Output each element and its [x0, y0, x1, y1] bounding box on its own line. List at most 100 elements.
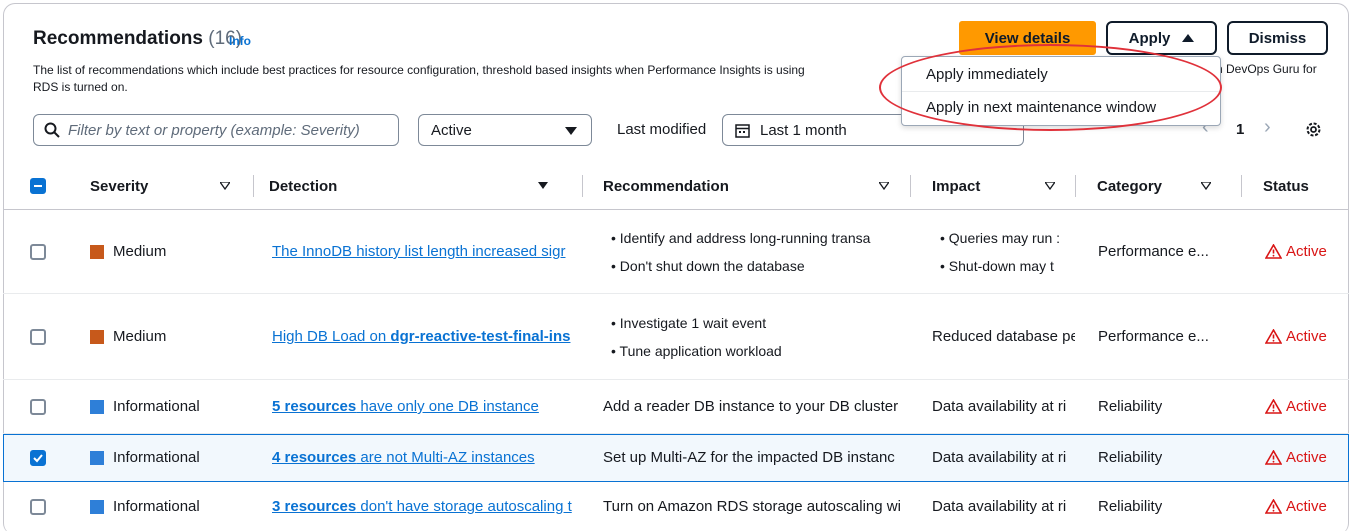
impact-value: Data availability at ri — [932, 498, 1067, 515]
status-badge: Active — [1265, 328, 1327, 345]
calendar-icon — [735, 123, 750, 138]
severity-value: Informational — [113, 398, 200, 415]
column-detection[interactable]: Detection — [269, 178, 337, 195]
detection-resource-count: 5 resources — [272, 398, 357, 415]
last-modified-label: Last modified — [617, 121, 707, 138]
impact-text: Queries may run : — [948, 230, 1061, 246]
next-page-icon[interactable]: › — [1264, 116, 1271, 139]
severity-value: Informational — [113, 498, 200, 515]
page-title: Recommendations (16) — [33, 28, 242, 50]
detection-link[interactable]: 3 resources don't have storage autoscali… — [272, 498, 584, 515]
recommendation-bullet: • Investigate 1 wait event — [611, 315, 767, 331]
status-select-value: Active — [431, 121, 472, 139]
sort-icon[interactable] — [1045, 182, 1055, 190]
view-details-button[interactable]: View details — [959, 21, 1096, 55]
row-checkbox[interactable] — [30, 499, 46, 515]
column-category[interactable]: Category — [1097, 178, 1162, 195]
impact-value: Reduced database pe — [932, 328, 1075, 345]
category-value: Performance e... — [1098, 243, 1209, 260]
severity-medium-icon — [90, 245, 104, 259]
dismiss-button[interactable]: Dismiss — [1227, 21, 1328, 55]
status-badge: Active — [1265, 498, 1327, 515]
column-divider — [582, 175, 583, 197]
table-row[interactable]: Informational 5 resources have only one … — [3, 380, 1349, 434]
detection-resource: dgr-reactive-test-final-ins — [390, 328, 571, 345]
row-checkbox[interactable] — [30, 329, 46, 345]
column-status[interactable]: Status — [1263, 178, 1309, 195]
impact-bullet: • Queries may run : — [940, 230, 1061, 246]
warning-icon — [1265, 499, 1282, 514]
menu-item-apply-maintenance-window[interactable]: Apply in next maintenance window — [926, 99, 1156, 116]
recommendation-bullet: • Don't shut down the database — [611, 258, 805, 274]
table-row-selected[interactable]: Informational 4 resources are not Multi-… — [3, 434, 1349, 482]
status-text: Active — [1286, 398, 1327, 415]
view-details-label: View details — [984, 29, 1071, 47]
detection-text: are not Multi-AZ instances — [356, 449, 535, 466]
apply-dropdown-menu: Apply immediately Apply in next maintena… — [901, 56, 1221, 126]
sort-icon[interactable] — [1201, 182, 1211, 190]
warning-icon — [1265, 399, 1282, 414]
status-text: Active — [1286, 449, 1327, 466]
column-divider — [1075, 175, 1076, 197]
detection-link[interactable]: High DB Load on dgr-reactive-test-final-… — [272, 328, 584, 345]
info-link[interactable]: Info — [229, 34, 251, 48]
severity-medium-icon — [90, 330, 104, 344]
caret-up-icon — [1182, 34, 1195, 42]
filter-box[interactable] — [33, 114, 399, 146]
checkmark-icon — [33, 454, 43, 463]
table-row[interactable]: Medium The InnoDB history list length in… — [3, 210, 1349, 294]
impact-bullet: • Shut-down may t — [940, 258, 1054, 274]
status-select[interactable]: Active — [418, 114, 592, 146]
title-text: Recommendations — [33, 28, 203, 49]
detection-link[interactable]: 5 resources have only one DB instance — [272, 398, 584, 415]
detection-link[interactable]: 4 resources are not Multi-AZ instances — [272, 449, 584, 466]
row-checkbox[interactable] — [30, 244, 46, 260]
detection-link[interactable]: The InnoDB history list length increased… — [272, 243, 584, 260]
sort-icon[interactable] — [220, 182, 230, 190]
table-row[interactable]: Medium High DB Load on dgr-reactive-test… — [3, 294, 1349, 380]
column-impact[interactable]: Impact — [932, 178, 980, 195]
category-value: Reliability — [1098, 398, 1163, 415]
recommendation-value: Add a reader DB instance to your DB clus… — [603, 398, 899, 415]
warning-icon — [1265, 450, 1282, 465]
category-value: Reliability — [1098, 449, 1163, 466]
severity-value: Informational — [113, 449, 200, 466]
detection-resource-count: 4 resources — [272, 449, 357, 466]
dismiss-label: Dismiss — [1248, 29, 1307, 47]
detection-text: don't have storage autoscaling t — [356, 498, 572, 515]
recommendation-text: Identify and address long-running transa — [619, 230, 871, 246]
status-text: Active — [1286, 328, 1327, 345]
recommendation-value: Set up Multi-AZ for the impacted DB inst… — [603, 449, 895, 466]
row-checkbox-checked[interactable] — [30, 450, 46, 466]
filter-input[interactable] — [68, 121, 388, 139]
menu-divider — [902, 91, 1220, 92]
settings-gear-icon[interactable] — [1305, 121, 1322, 138]
menu-item-apply-immediately[interactable]: Apply immediately — [926, 66, 1048, 83]
select-all-checkbox[interactable] — [30, 178, 46, 194]
current-page[interactable]: 1 — [1236, 121, 1244, 138]
category-value: Reliability — [1098, 498, 1163, 515]
severity-value: Medium — [113, 243, 167, 260]
detection-resource-count: 3 resources — [272, 498, 357, 515]
recommendation-text: Investigate 1 wait event — [619, 315, 767, 331]
sorted-descending-icon[interactable] — [538, 182, 548, 190]
column-severity[interactable]: Severity — [90, 178, 148, 195]
description-tail: n DevOps Guru for — [1216, 62, 1317, 76]
sort-icon[interactable] — [879, 182, 889, 190]
impact-value: Data availability at ri — [932, 398, 1067, 415]
column-recommendation[interactable]: Recommendation — [603, 178, 729, 195]
category-value: Performance e... — [1098, 328, 1209, 345]
date-range-value: Last 1 month — [760, 121, 847, 139]
column-divider — [910, 175, 911, 197]
impact-text: Shut-down may t — [948, 258, 1054, 274]
apply-button[interactable]: Apply — [1106, 21, 1217, 55]
column-divider — [253, 175, 254, 197]
severity-informational-icon — [90, 451, 104, 465]
warning-icon — [1265, 329, 1282, 344]
impact-value: Data availability at ri — [932, 449, 1067, 466]
recommendation-bullet: • Identify and address long-running tran… — [611, 230, 871, 246]
table-row[interactable]: Informational 3 resources don't have sto… — [3, 482, 1349, 531]
recommendation-bullet: • Tune application workload — [611, 343, 782, 359]
row-checkbox[interactable] — [30, 399, 46, 415]
severity-informational-icon — [90, 500, 104, 514]
